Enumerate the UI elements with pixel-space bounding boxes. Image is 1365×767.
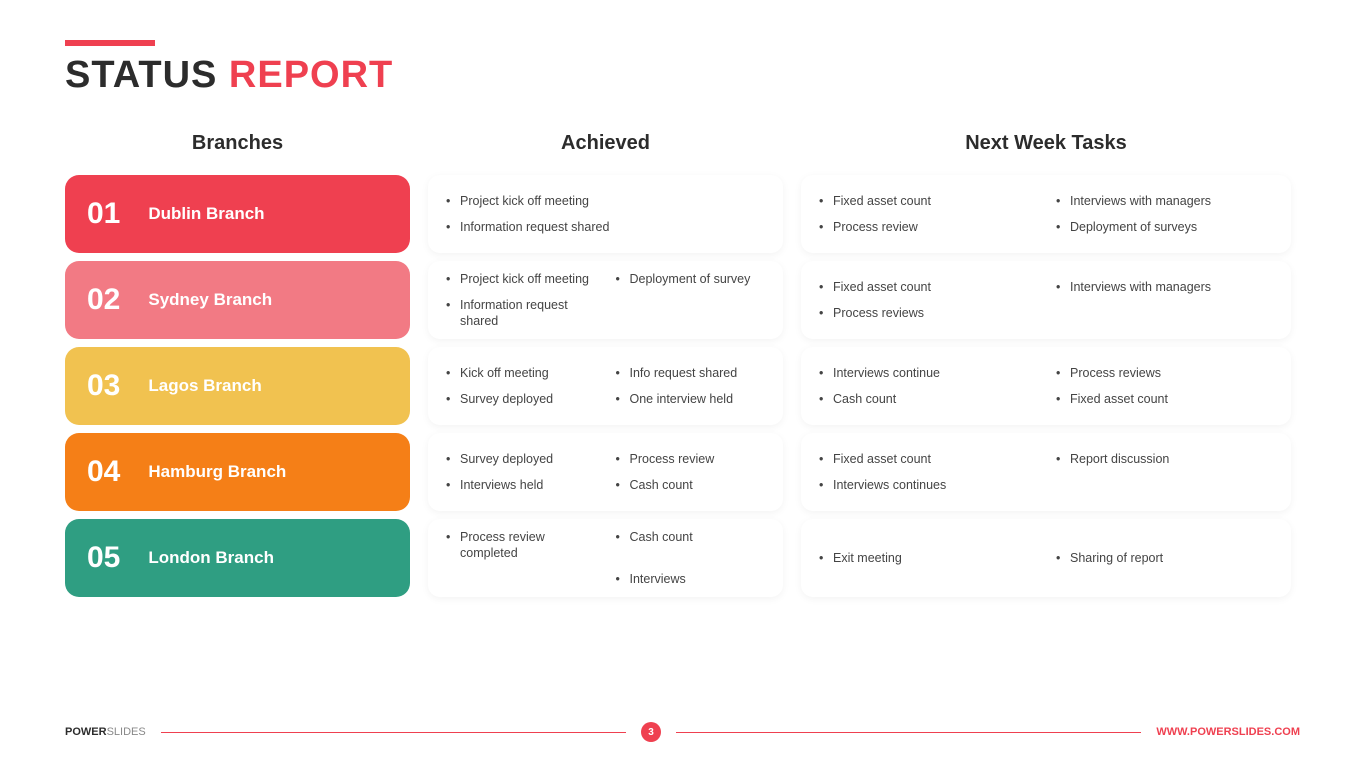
- bullet-item: Process reviews: [819, 305, 1036, 321]
- achieved-card: Kick off meeting Info request shared Surve…: [428, 347, 783, 425]
- bullet-item: Information request shared: [446, 219, 765, 235]
- achieved-card: Process review completedCash count.Inter…: [428, 519, 783, 597]
- page-title: STATUS REPORT: [65, 54, 1300, 97]
- achieved-card: Project kick off meeting Deployment of su…: [428, 261, 783, 339]
- header-next: Next Week Tasks: [801, 132, 1291, 167]
- next-card: Interviews continue Process reviews Cash c…: [801, 347, 1291, 425]
- bullet-item: Interviews held: [446, 477, 596, 493]
- brand-part2: SLIDES: [107, 726, 146, 738]
- footer-line-left: [161, 732, 626, 733]
- bullet-item: Interviews with managers: [1056, 193, 1273, 209]
- achieved-card: Project kick off meeting Information requ…: [428, 175, 783, 253]
- branch-card: 01 Dublin Branch: [65, 175, 410, 253]
- bullet-item: Fixed asset count: [819, 193, 1036, 209]
- header-branches: Branches: [65, 132, 410, 167]
- bullet-item: Sharing of report: [1056, 550, 1273, 566]
- bullet-item: Process review: [616, 451, 766, 467]
- bullet-item: Cash count: [616, 529, 766, 562]
- bullet-item: Fixed asset count: [819, 279, 1036, 295]
- next-card: Fixed asset count Interviews with manager…: [801, 175, 1291, 253]
- footer: POWERSLIDES 3 WWW.POWERSLIDES.COM: [65, 722, 1300, 742]
- bullet-item: Cash count: [616, 477, 766, 493]
- page-number-badge: 3: [641, 722, 661, 742]
- bullet-item: Fixed asset count: [1056, 391, 1273, 407]
- bullet-item: Process review: [819, 219, 1036, 235]
- branch-card: 04 Hamburg Branch: [65, 433, 410, 511]
- status-grid: Branches Achieved Next Week Tasks 01 Dubl…: [65, 132, 1300, 597]
- bullet-item: Info request shared: [616, 365, 766, 381]
- bullet-item: Process review completed: [446, 529, 596, 562]
- title-part2: REPORT: [229, 54, 393, 96]
- branch-number: 01: [87, 197, 120, 231]
- bullet-item: Exit meeting: [819, 550, 1036, 566]
- branch-number: 05: [87, 541, 120, 575]
- footer-line-right: [676, 732, 1141, 733]
- bullet-item: Project kick off meeting: [446, 271, 596, 287]
- achieved-card: Survey deployed Process review Interviews …: [428, 433, 783, 511]
- footer-url: WWW.POWERSLIDES.COM: [1156, 726, 1300, 738]
- branch-card: 03 Lagos Branch: [65, 347, 410, 425]
- branch-card: 02 Sydney Branch: [65, 261, 410, 339]
- bullet-item: One interview held: [616, 391, 766, 407]
- branch-name: Lagos Branch: [148, 376, 261, 396]
- header-achieved: Achieved: [428, 132, 783, 167]
- bullet-item: Fixed asset count: [819, 451, 1036, 467]
- accent-bar: [65, 40, 155, 46]
- branch-name: Dublin Branch: [148, 204, 264, 224]
- bullet-item: Interviews: [616, 571, 766, 587]
- branch-number: 03: [87, 369, 120, 403]
- bullet-item: Survey deployed: [446, 391, 596, 407]
- branch-name: Hamburg Branch: [148, 462, 286, 482]
- bullet-item: Survey deployed: [446, 451, 596, 467]
- next-card: Fixed asset count Report discussion Interv…: [801, 433, 1291, 511]
- title-part1: STATUS: [65, 54, 229, 96]
- bullet-item: Process reviews: [1056, 365, 1273, 381]
- branch-number: 04: [87, 455, 120, 489]
- footer-brand: POWERSLIDES: [65, 726, 146, 738]
- bullet-item: Information request shared: [446, 297, 596, 330]
- bullet-item: Kick off meeting: [446, 365, 596, 381]
- bullet-item: Cash count: [819, 391, 1036, 407]
- bullet-item: Deployment of survey: [616, 271, 766, 287]
- branch-name: London Branch: [148, 548, 274, 568]
- next-card: Exit meeting Sharing of report: [801, 519, 1291, 597]
- bullet-item: Interviews with managers: [1056, 279, 1273, 295]
- bullet-item: Interviews continue: [819, 365, 1036, 381]
- bullet-item: Deployment of surveys: [1056, 219, 1273, 235]
- next-card: Fixed asset count Interviews with manager…: [801, 261, 1291, 339]
- branch-number: 02: [87, 283, 120, 317]
- bullet-item: Interviews continues: [819, 477, 1036, 493]
- bullet-item: Project kick off meeting: [446, 193, 765, 209]
- brand-part1: POWER: [65, 726, 107, 738]
- bullet-item: Report discussion: [1056, 451, 1273, 467]
- branch-card: 05 London Branch: [65, 519, 410, 597]
- branch-name: Sydney Branch: [148, 290, 272, 310]
